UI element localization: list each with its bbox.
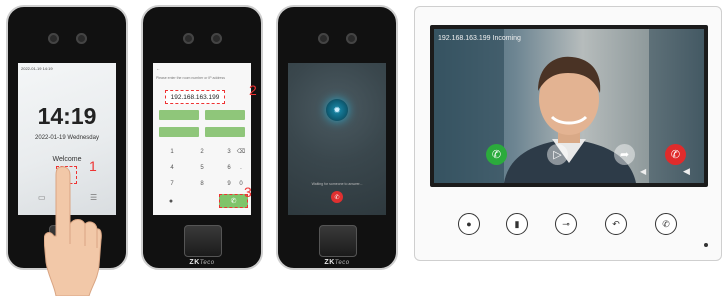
step-number-2: 2: [249, 82, 257, 98]
caller-video-image: [434, 29, 704, 183]
status-bar-time: 2022-01-19 14:19: [21, 66, 53, 71]
phone-icon: ✆: [230, 198, 237, 205]
unlock-button[interactable]: ▷: [547, 144, 568, 165]
camera-lens: [183, 33, 194, 44]
green-keypad-button[interactable]: [159, 127, 199, 137]
call-center-button[interactable]: ✆: [655, 213, 677, 235]
call-caption: 192.168.163.199 Incoming: [438, 35, 521, 42]
brand-logo: ZKTeco: [189, 259, 215, 266]
lock-icon: ▷: [553, 149, 562, 161]
key-1[interactable]: 1: [158, 146, 186, 157]
status-led: [704, 243, 708, 247]
user-icon: ●: [466, 219, 472, 229]
terminal-calling: ✹ Waiting for someone to answer... ✆ ZKT…: [276, 5, 398, 270]
welcome-text: Welcome: [52, 156, 82, 163]
phone-down-icon: ✆: [334, 194, 340, 201]
green-keypad-button[interactable]: [159, 110, 199, 120]
brand-logo: ZKTeco: [324, 259, 350, 266]
key-2[interactable]: 2: [188, 146, 216, 157]
key-dot[interactable]: .: [233, 162, 249, 173]
volume-down-icon[interactable]: ◀: [640, 167, 646, 176]
return-icon: ↶: [612, 218, 620, 229]
phone-icon: ✆: [662, 218, 670, 229]
key-icon: ⊸: [562, 218, 570, 229]
clock-time: 14:19: [37, 103, 97, 129]
phone-icon: ✆: [491, 149, 502, 161]
key-4[interactable]: 4: [158, 162, 186, 173]
step-number-3: 3: [244, 184, 252, 200]
decline-call-button[interactable]: ✆: [665, 144, 686, 165]
phone-down-icon: ✆: [670, 149, 681, 161]
camera-lens: [211, 33, 222, 44]
fingerprint-sensor: [184, 225, 222, 257]
calling-animation-icon: ✹: [326, 99, 348, 121]
fingerprint-sensor: [319, 225, 357, 257]
clock-date: 2022-01-19 Wednesday: [35, 135, 99, 141]
backspace-icon[interactable]: ⌫: [233, 146, 249, 157]
camera-lens: [48, 33, 59, 44]
calling-screen: ✹ Waiting for someone to answer... ✆: [288, 63, 386, 215]
monitor-screen: 192.168.163.199 Incoming ✆ ▷ ➦ ✆ ◀ ◀: [430, 25, 708, 187]
contacts-button[interactable]: ●: [458, 213, 480, 235]
key-8[interactable]: 8: [188, 178, 216, 189]
key-7[interactable]: 7: [158, 178, 186, 189]
key-5[interactable]: 5: [188, 162, 216, 173]
ip-address-input[interactable]: 192.168.163.199: [165, 90, 225, 104]
pointing-hand-icon: [44, 166, 102, 296]
camera-lens: [76, 33, 87, 44]
forward-arrow-icon: ➦: [619, 149, 630, 161]
indoor-monitor: 192.168.163.199 Incoming ✆ ▷ ➦ ✆ ◀ ◀ ● ▮…: [414, 6, 722, 261]
camera-icon: ▮: [514, 218, 520, 229]
dial-screen: ← Please enter the room number or IP add…: [153, 63, 251, 215]
terminal-dial: ← Please enter the room number or IP add…: [141, 5, 263, 270]
camera-lens: [346, 33, 357, 44]
monitor-view-button[interactable]: ▮: [506, 213, 528, 235]
user-icon[interactable]: ●: [161, 196, 181, 206]
video-feed: 192.168.163.199 Incoming ✆ ▷ ➦ ✆ ◀ ◀: [434, 29, 704, 183]
waiting-text: Waiting for someone to answer...: [311, 182, 363, 186]
unlock-key-button[interactable]: ⊸: [555, 213, 577, 235]
back-button[interactable]: ↶: [605, 213, 627, 235]
volume-up-icon[interactable]: ◀: [683, 166, 690, 177]
transfer-button[interactable]: ➦: [614, 144, 635, 165]
dial-prompt: Please enter the room number or IP addre…: [156, 76, 226, 80]
accept-call-button[interactable]: ✆: [486, 144, 507, 165]
camera-lens: [318, 33, 329, 44]
back-icon[interactable]: ←: [156, 66, 160, 71]
green-keypad-button[interactable]: [205, 127, 245, 137]
green-keypad-button[interactable]: [205, 110, 245, 120]
hang-up-button[interactable]: ✆: [331, 191, 343, 203]
